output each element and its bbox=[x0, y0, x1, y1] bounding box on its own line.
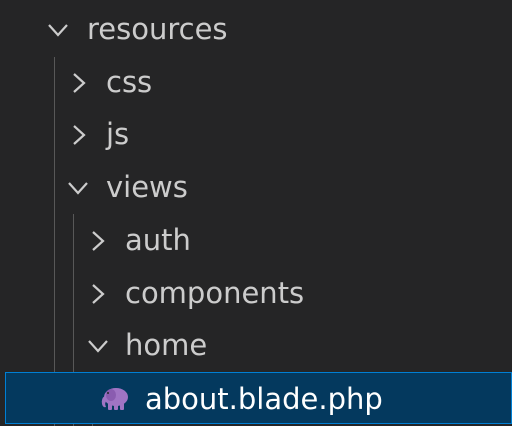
tree-item-components[interactable]: components bbox=[0, 267, 512, 320]
chevron-right-icon[interactable] bbox=[67, 71, 91, 95]
tree-item-label: css bbox=[106, 65, 153, 99]
tree-item-label: js bbox=[106, 117, 130, 151]
chevron-right-icon[interactable] bbox=[86, 282, 110, 306]
tree-item-resources[interactable]: resources bbox=[0, 3, 512, 56]
tree-item-label: views bbox=[106, 170, 188, 204]
tree-item-label: auth bbox=[125, 223, 191, 257]
tree-item-js[interactable]: js bbox=[0, 108, 512, 161]
chevron-right-icon[interactable] bbox=[67, 123, 91, 147]
tree-item-views[interactable]: views bbox=[0, 161, 512, 214]
tree-item-auth[interactable]: auth bbox=[0, 214, 512, 267]
tree-item-label: about.blade.php bbox=[145, 382, 383, 416]
tree-item-label: resources bbox=[87, 12, 228, 46]
file-explorer-tree: resources css js views auth components h… bbox=[0, 0, 512, 426]
tree-item-home[interactable]: home bbox=[0, 319, 512, 372]
chevron-down-icon[interactable] bbox=[46, 18, 70, 42]
tree-item-label: components bbox=[125, 276, 305, 310]
tree-item-about-blade-php[interactable]: about.blade.php bbox=[5, 372, 512, 424]
chevron-down-icon[interactable] bbox=[66, 176, 90, 200]
tree-item-css[interactable]: css bbox=[0, 56, 512, 109]
elephant-icon bbox=[99, 384, 131, 414]
chevron-right-icon[interactable] bbox=[86, 229, 110, 253]
tree-item-label: home bbox=[125, 328, 208, 362]
chevron-down-icon[interactable] bbox=[86, 334, 110, 358]
